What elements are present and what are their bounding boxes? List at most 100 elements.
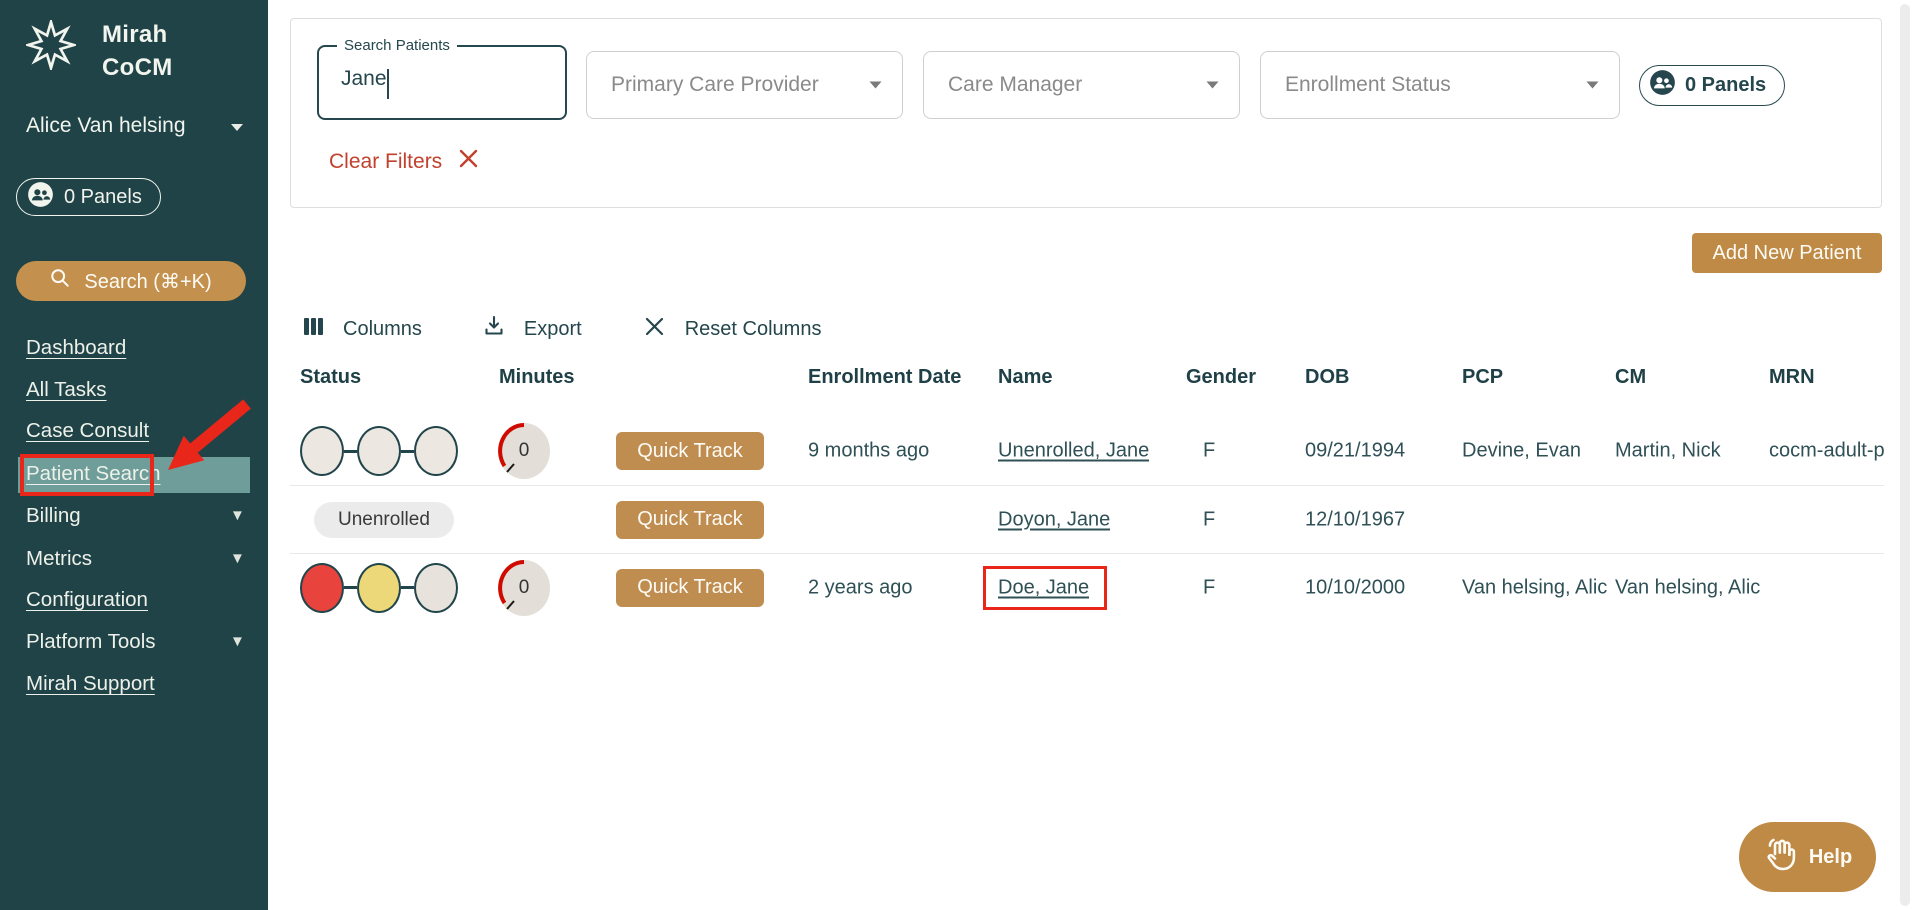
table-row: 0 Quick Track 9 months ago Unenrolled, J…	[290, 417, 1884, 485]
reset-columns-button[interactable]: Reset Columns	[644, 316, 822, 343]
pcp-placeholder: Primary Care Provider	[611, 73, 819, 97]
sidebar-item-all-tasks[interactable]: All Tasks	[26, 378, 107, 402]
global-search-button[interactable]: Search (⌘+K)	[16, 261, 246, 301]
waving-hand-icon	[1763, 836, 1799, 878]
col-header-enrollment-date: Enrollment Date	[808, 366, 961, 389]
chevron-down-icon	[1586, 76, 1599, 94]
chevron-down-icon	[1206, 76, 1219, 94]
status-circle	[300, 563, 344, 613]
cell-cm: Van helsing, Alic	[1615, 576, 1760, 599]
cell-pcp: Van helsing, Alic	[1462, 576, 1607, 599]
minutes-value: 0	[497, 422, 551, 480]
platform-tools-chevron-down-icon[interactable]: ▼	[230, 633, 245, 650]
sidebar-item-configuration[interactable]: Configuration	[26, 588, 148, 612]
enrollment-status-select[interactable]: Enrollment Status	[1260, 51, 1620, 119]
columns-label: Columns	[343, 318, 422, 341]
panels-people-icon	[1649, 69, 1676, 102]
status-circle	[414, 426, 458, 476]
cell-dob: 12/10/1967	[1305, 508, 1405, 531]
status-circle	[300, 426, 344, 476]
cell-cm: Martin, Nick	[1615, 440, 1721, 463]
pcp-select[interactable]: Primary Care Provider	[586, 51, 903, 119]
col-header-minutes: Minutes	[499, 366, 575, 389]
status-circle	[357, 426, 401, 476]
patient-name-link[interactable]: Doyon, Jane	[998, 508, 1110, 531]
enrollment-status-placeholder: Enrollment Status	[1285, 73, 1451, 97]
cell-gender: F	[1203, 576, 1215, 599]
sidebar-panels-badge[interactable]: 0 Panels	[16, 178, 161, 216]
clear-filters-label: Clear Filters	[329, 150, 442, 174]
quick-track-button[interactable]: Quick Track	[616, 569, 764, 607]
minutes-gauge: 0	[497, 422, 551, 480]
cell-mrn: cocm-adult-pers	[1769, 440, 1885, 463]
close-icon	[459, 149, 478, 174]
close-icon	[644, 316, 665, 343]
quick-track-button[interactable]: Quick Track	[616, 432, 764, 470]
status-circles	[300, 426, 458, 476]
patient-name-link[interactable]: Unenrolled, Jane	[998, 440, 1149, 463]
cell-gender: F	[1203, 508, 1215, 531]
cell-pcp: Devine, Evan	[1462, 440, 1581, 463]
metrics-chevron-down-icon[interactable]: ▼	[230, 550, 245, 567]
status-circle	[414, 563, 458, 613]
help-label: Help	[1809, 846, 1852, 869]
col-header-pcp: PCP	[1462, 366, 1503, 389]
care-manager-select[interactable]: Care Manager	[923, 51, 1240, 119]
columns-button[interactable]: Columns	[302, 315, 422, 344]
user-name: Alice Van helsing	[26, 114, 186, 138]
brand-title: Mirah CoCM	[102, 18, 173, 84]
search-patients-field: Search Patients	[317, 45, 567, 120]
text-caret	[387, 69, 389, 99]
sidebar-item-platform-tools[interactable]: Platform Tools	[26, 630, 156, 654]
reset-columns-label: Reset Columns	[685, 318, 822, 341]
help-button[interactable]: Help	[1739, 822, 1876, 892]
panels-people-icon	[27, 181, 54, 214]
minutes-gauge: 0	[497, 559, 551, 617]
cell-enrollment-date: 2 years ago	[808, 576, 913, 599]
export-icon	[482, 314, 506, 344]
sidebar-item-mirah-support[interactable]: Mirah Support	[26, 672, 155, 696]
clear-filters-button[interactable]: Clear Filters	[329, 149, 478, 174]
sidebar-panels-label: 0 Panels	[64, 186, 142, 209]
col-header-mrn: MRN	[1769, 366, 1815, 389]
sidebar-item-billing[interactable]: Billing	[26, 504, 81, 528]
columns-icon	[302, 315, 325, 344]
status-chip: Unenrolled	[314, 502, 454, 538]
annotation-box-doe-jane	[983, 566, 1107, 610]
table-row: Unenrolled Quick Track Doyon, Jane F 12/…	[290, 485, 1884, 553]
global-search-label: Search (⌘+K)	[84, 269, 211, 294]
sidebar-item-dashboard[interactable]: Dashboard	[26, 336, 126, 360]
search-patients-input[interactable]	[341, 67, 541, 91]
filter-card: Search Patients Primary Care Provider Ca…	[290, 18, 1882, 208]
export-button[interactable]: Export	[482, 314, 582, 344]
add-new-patient-button[interactable]: Add New Patient	[1692, 233, 1882, 273]
care-manager-placeholder: Care Manager	[948, 73, 1082, 97]
table-header-row: Status Minutes Enrollment Date Name Gend…	[290, 366, 1884, 392]
brand-line2: CoCM	[102, 51, 173, 84]
sidebar-item-case-consult[interactable]: Case Consult	[26, 419, 149, 443]
sidebar: Mirah CoCM Alice Van helsing 0 Panels	[0, 0, 268, 910]
cell-gender: F	[1203, 440, 1215, 463]
status-circle	[357, 563, 401, 613]
status-circles	[300, 563, 458, 613]
patient-search-page: Mirah CoCM Alice Van helsing 0 Panels	[0, 0, 1920, 910]
quick-track-button[interactable]: Quick Track	[616, 501, 764, 539]
billing-chevron-down-icon[interactable]: ▼	[230, 507, 245, 524]
user-menu[interactable]: Alice Van helsing	[26, 114, 244, 138]
minutes-value: 0	[497, 559, 551, 617]
grid-toolbar: Columns Export Reset Columns	[290, 314, 821, 344]
col-header-gender: Gender	[1186, 366, 1256, 389]
col-header-status: Status	[300, 366, 361, 389]
sidebar-item-metrics[interactable]: Metrics	[26, 547, 92, 571]
cell-dob: 09/21/1994	[1305, 440, 1405, 463]
search-patients-label: Search Patients	[337, 37, 457, 54]
panels-badge-label: 0 Panels	[1685, 74, 1766, 97]
cell-enrollment-date: 9 months ago	[808, 440, 929, 463]
search-icon	[50, 268, 70, 294]
panels-badge[interactable]: 0 Panels	[1639, 65, 1785, 106]
chevron-down-icon	[869, 76, 882, 94]
export-label: Export	[524, 318, 582, 341]
chevron-down-icon	[230, 114, 244, 138]
scrollbar-track[interactable]	[1900, 4, 1910, 906]
col-header-dob: DOB	[1305, 366, 1349, 389]
